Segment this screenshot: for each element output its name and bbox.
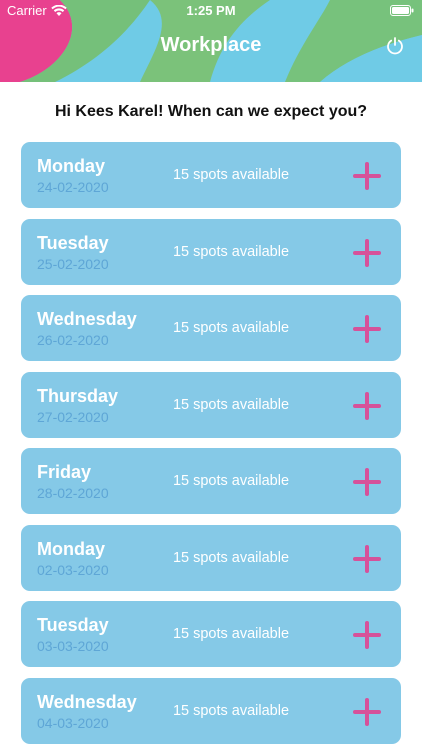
day-card[interactable]: Monday 24-02-2020 15 spots available bbox=[21, 142, 401, 208]
day-name: Monday bbox=[37, 156, 106, 176]
add-icon[interactable] bbox=[353, 697, 381, 726]
day-card[interactable]: Thursday 27-02-2020 15 spots available bbox=[21, 371, 401, 438]
page-title: Workplace bbox=[160, 34, 262, 56]
spots-available: 15 spots available bbox=[172, 702, 290, 719]
spots-available: 15 spots available bbox=[172, 167, 290, 183]
day-card[interactable]: Wednesday 04-03-2020 15 spots available bbox=[21, 677, 401, 744]
day-date: 24-02-2020 bbox=[37, 179, 109, 195]
day-date: 26-02-2020 bbox=[37, 332, 109, 348]
spots-available: 15 spots available bbox=[172, 473, 290, 489]
day-card[interactable]: Friday 28-02-2020 15 spots available bbox=[21, 448, 401, 514]
day-card[interactable]: Wednesday 26-02-2020 15 spots available bbox=[21, 295, 401, 361]
add-icon[interactable] bbox=[353, 238, 381, 267]
day-date: 27-02-2020 bbox=[37, 408, 109, 425]
spots-available: 15 spots available bbox=[172, 549, 290, 566]
add-icon[interactable] bbox=[353, 621, 381, 649]
day-date: 04-03-2020 bbox=[37, 714, 109, 731]
app-header: Carrier 1:25 PM Workplace bbox=[0, 0, 422, 82]
status-bar: Carrier 1:25 PM bbox=[0, 0, 422, 22]
day-date: 28-02-2020 bbox=[37, 485, 109, 501]
spots-available: 15 spots available bbox=[172, 243, 290, 260]
day-list: Monday 24-02-2020 15 spots available Tuesda… bbox=[21, 142, 401, 754]
add-icon[interactable] bbox=[353, 162, 381, 190]
day-name: Wednesday bbox=[37, 309, 137, 329]
add-icon[interactable] bbox=[353, 544, 381, 573]
day-name: Wednesday bbox=[37, 691, 137, 712]
day-date: 25-02-2020 bbox=[37, 255, 109, 272]
day-name: Thursday bbox=[37, 385, 119, 406]
day-date: 02-03-2020 bbox=[37, 561, 109, 578]
spots-available: 15 spots available bbox=[172, 626, 290, 642]
day-card[interactable]: Tuesday 03-03-2020 15 spots available bbox=[21, 601, 401, 667]
power-icon[interactable] bbox=[386, 37, 404, 55]
day-card[interactable]: Monday 02-03-2020 15 spots available bbox=[21, 524, 401, 591]
day-name: Tuesday bbox=[37, 615, 109, 635]
arrival-question: Hi Kees Karel! When can we expect you? bbox=[54, 103, 368, 120]
day-name: Friday bbox=[37, 462, 92, 482]
spots-available: 15 spots available bbox=[172, 396, 290, 413]
status-time: 1:25 PM bbox=[186, 3, 236, 18]
battery-icon bbox=[390, 5, 414, 16]
day-name: Monday bbox=[37, 538, 106, 559]
day-date: 03-03-2020 bbox=[37, 638, 109, 654]
day-name: Tuesday bbox=[37, 232, 109, 253]
add-icon[interactable] bbox=[353, 468, 381, 496]
day-card[interactable]: Tuesday 25-02-2020 15 spots available bbox=[21, 218, 401, 285]
add-icon[interactable] bbox=[353, 315, 381, 343]
add-icon[interactable] bbox=[353, 391, 381, 420]
spots-available: 15 spots available bbox=[172, 320, 290, 336]
